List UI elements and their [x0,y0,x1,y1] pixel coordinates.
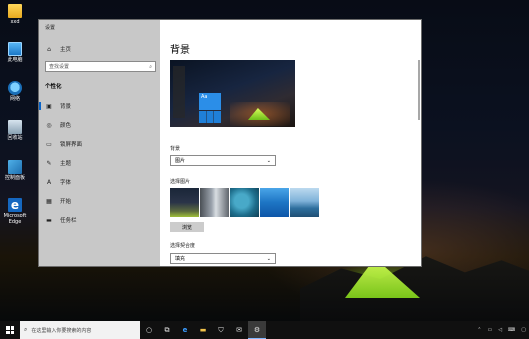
settings-content: 背景 Aa 背景 图片 ⌄ 选择图片 浏览 选择契合度 填充 ⌄ [160,20,421,266]
image-icon: ▣ [46,102,52,110]
sidebar-item-label: 颜色 [60,123,72,129]
lock-screen-icon: ▭ [46,140,52,148]
start-icon: ▦ [46,197,52,205]
picture-thumbnails [170,188,319,217]
sidebar-item-background[interactable]: ▣ 背景 [39,100,160,112]
cortana-button[interactable]: ○ [140,321,158,339]
taskbar-mail[interactable]: ✉ [230,321,248,339]
sidebar-item-themes[interactable]: ✎ 主题 [39,157,160,169]
taskbar-file-explorer[interactable]: ▬ [194,321,212,339]
task-view-button[interactable]: ⧉ [158,321,176,339]
picture-thumbnail[interactable] [260,188,289,217]
picture-thumbnail[interactable] [200,188,229,217]
search-placeholder: 查找设置 [49,64,70,70]
control-panel-icon [8,160,22,174]
store-icon: ⛉ [218,325,224,334]
computer-icon [8,42,22,56]
sidebar-item-taskbar[interactable]: ▬ 任务栏 [39,214,160,226]
preview-tile: Aa [199,93,221,110]
taskbar-edge[interactable]: e [176,321,194,339]
task-view-icon: ⧉ [164,325,170,334]
folder-icon: ▬ [199,326,207,334]
font-icon: A [46,178,52,186]
chevron-down-icon: ⌄ [266,255,271,262]
browse-button[interactable]: 浏览 [170,222,204,232]
taskbar: ⌕ 在这里输入你要搜索的内容 ○ ⧉ e ▬ ⛉ ✉ ⚙ ⌃ ▭ ◁ ⌨ ▢ [0,321,529,339]
sidebar-item-label: 开始 [60,199,72,205]
picture-thumbnail[interactable] [170,188,199,217]
desktop-icon-control-panel[interactable]: 控制面板 [3,160,27,181]
fit-dropdown-value: 填充 [175,256,186,262]
sidebar-item-label: 主题 [60,161,72,167]
cortana-icon: ○ [145,326,153,334]
fit-label: 选择契合度 [170,243,196,249]
content-scrollbar[interactable] [418,60,420,120]
desktop-icon-label: Microsoft Edge [3,213,27,225]
sidebar-home[interactable]: ⌂ 主页 [39,43,160,55]
network-icon [8,81,22,95]
sidebar-item-colors[interactable]: ◎ 颜色 [39,119,160,131]
search-icon: ⌕ [149,63,152,70]
mail-icon: ✉ [236,326,242,334]
system-tray: ⌃ ▭ ◁ ⌨ ▢ [474,321,529,339]
gear-icon: ⚙ [253,325,261,334]
recycle-bin-icon [8,120,22,134]
sidebar-item-label: 任务栏 [60,218,77,224]
settings-window: ⌂ 主页 查找设置 ⌕ 个性化 ▣ 背景 ◎ 颜色 ▭ 锁屏界面 ✎ 主题 A … [39,20,421,266]
sidebar-section-title: 个性化 [45,84,62,90]
edge-icon: e [182,326,188,334]
taskbar-icon: ▬ [46,216,52,224]
taskbar-search-placeholder: 在这里输入你要搜索的内容 [31,327,92,334]
settings-sidebar: ⌂ 主页 查找设置 ⌕ 个性化 ▣ 背景 ◎ 颜色 ▭ 锁屏界面 ✎ 主题 A … [39,20,160,266]
desktop-icon-label: 回收站 [7,135,23,141]
desktop-icon-edge[interactable]: e Microsoft Edge [3,198,27,225]
windows-logo-icon [6,326,14,334]
theme-icon: ✎ [46,159,52,167]
background-label: 背景 [170,146,181,152]
background-dropdown-value: 图片 [175,158,186,164]
choose-picture-label: 选择图片 [170,179,191,185]
preview-tiles-grid [199,111,221,123]
desktop-icon-network[interactable]: 网络 [3,81,27,102]
desktop-icon-label: xxd [10,19,20,25]
sidebar-item-start[interactable]: ▦ 开始 [39,195,160,207]
page-title: 背景 [170,45,190,56]
notification-icon[interactable]: ▢ [518,327,529,333]
edge-icon: e [8,198,22,212]
fit-dropdown[interactable]: 填充 ⌄ [170,253,276,264]
tray-chevron-icon[interactable]: ⌃ [474,327,484,333]
desktop-icon-label: 控制面板 [4,175,25,181]
start-button[interactable] [0,321,20,339]
desktop-icon-this-pc[interactable]: 此电脑 [3,42,27,63]
sidebar-item-label: 背景 [60,104,72,110]
network-tray-icon[interactable]: ▭ [484,327,495,333]
taskbar-settings[interactable]: ⚙ [248,321,266,339]
folder-icon [8,4,22,18]
picture-thumbnail[interactable] [230,188,259,217]
desktop-icon-user-folder[interactable]: xxd [3,4,27,25]
background-preview: Aa [170,60,295,127]
preview-start-menu [173,66,185,118]
sidebar-item-label: 锁屏界面 [60,142,83,148]
desktop-icon-label: 此电脑 [7,57,23,63]
sidebar-item-label: 字体 [60,180,72,186]
volume-icon[interactable]: ◁ [495,327,505,333]
taskbar-search-box[interactable]: ⌕ 在这里输入你要搜索的内容 [20,321,140,339]
desktop-icon-recycle-bin[interactable]: 回收站 [3,120,27,141]
sidebar-item-fonts[interactable]: A 字体 [39,176,160,188]
home-icon: ⌂ [47,45,51,53]
desktop-icon-label: 网络 [9,96,20,102]
sidebar-item-lock-screen[interactable]: ▭ 锁屏界面 [39,138,160,150]
taskbar-store[interactable]: ⛉ [212,321,230,339]
palette-icon: ◎ [46,121,52,129]
sidebar-home-label: 主页 [60,47,72,53]
window-title: 设置 [45,25,56,31]
settings-search-input[interactable]: 查找设置 ⌕ [45,61,156,72]
chevron-down-icon: ⌄ [266,157,271,164]
picture-thumbnail[interactable] [290,188,319,217]
input-method-icon[interactable]: ⌨ [505,327,518,333]
background-dropdown[interactable]: 图片 ⌄ [170,155,276,166]
search-icon: ⌕ [24,326,28,333]
